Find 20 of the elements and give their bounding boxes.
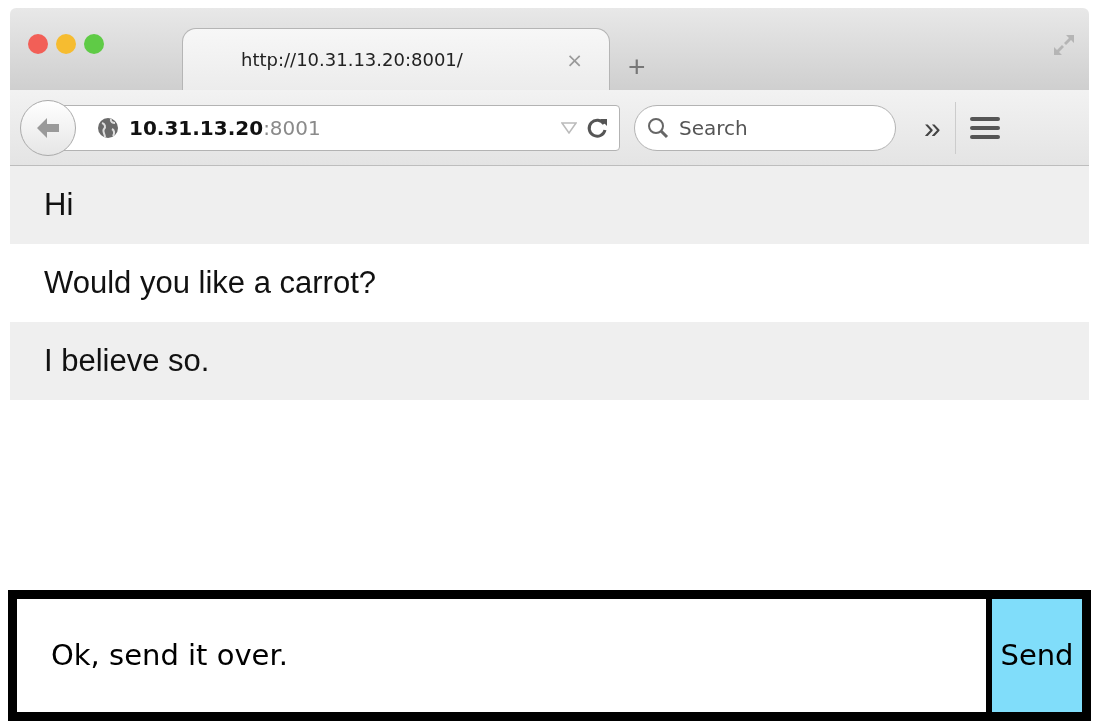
dropdown-triangle-icon[interactable] [561,121,577,134]
chat-message: I believe so. [10,322,1089,400]
chat-message: Hi [10,166,1089,244]
send-button[interactable]: Send [992,590,1091,721]
globe-icon [97,116,119,139]
search-icon [647,116,669,139]
overflow-button[interactable]: » [924,112,941,143]
browser-tab[interactable]: http://10.31.13.20:8001/ × [182,28,610,90]
reload-icon[interactable] [587,116,609,139]
close-window-button[interactable] [28,34,48,54]
menu-icon[interactable] [969,115,1000,140]
search-field[interactable]: Search [634,104,896,151]
search-input[interactable]: Search [677,111,867,144]
message-input[interactable]: Ok, send it over. [8,590,992,721]
fullscreen-icon[interactable] [1051,32,1077,58]
tab-title: http://10.31.13.20:8001/ [241,48,463,72]
zoom-window-button[interactable] [84,34,104,54]
minimize-window-button[interactable] [56,34,76,54]
url-text: 10.31.13.20:8001 [129,114,321,142]
chat-message: Would you like a carrot? [43,263,377,302]
